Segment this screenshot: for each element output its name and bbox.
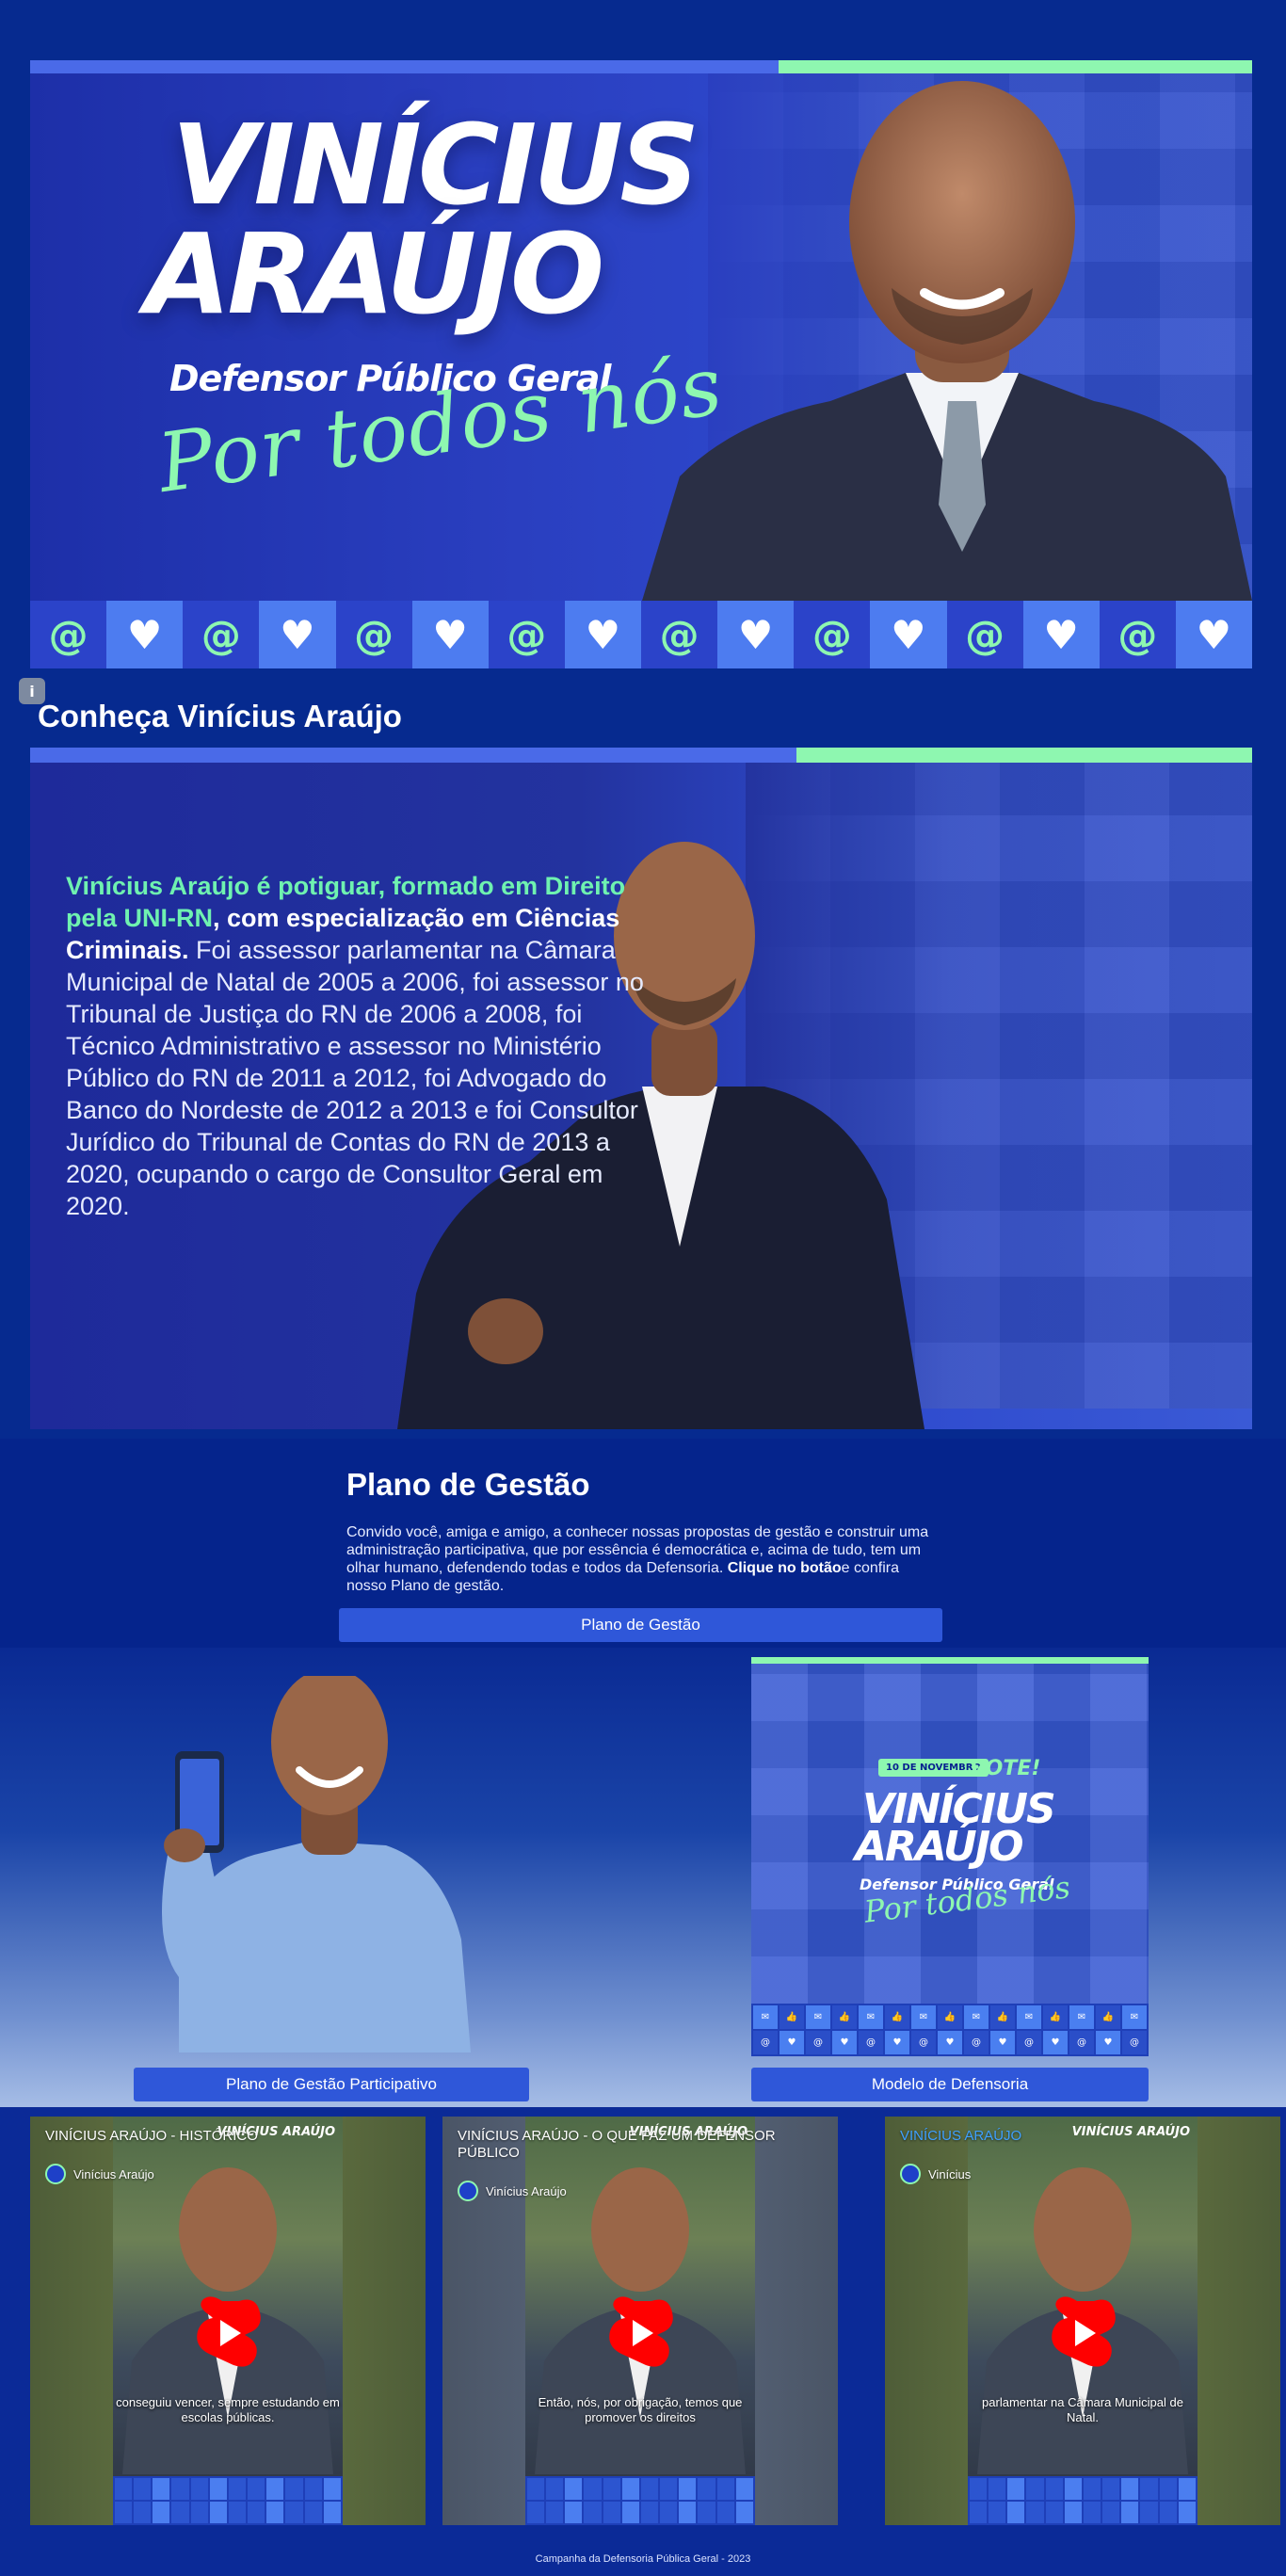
heart-hand-icon: ♥ [717,601,795,668]
poster-name-last: ARAÚJO [855,1823,1024,1871]
footer-text: Campanha da Defensoria Pública Geral - 2… [535,2553,751,2565]
video-channel[interactable]: Vinícius Araújo [45,2164,154,2184]
chat-icon: ✉ [806,2005,830,2029]
hero-name-last: ARAÚJO [145,209,604,339]
plano-de-gestao-participativo-button[interactable]: Plano de Gestão Participativo [134,2068,529,2101]
about-section: Vinícius Araújo é potiguar, formado em D… [30,748,1252,1429]
at-icon: @ [641,601,718,668]
heart-hand-icon: ♥ [259,601,336,668]
video-channel[interactable]: Vinícius Araújo [458,2181,567,2201]
about-heading: Conheça Vinícius Araújo [38,699,402,733]
at-icon: @ [946,601,1023,668]
hero-banner: VINÍCIUS ARAÚJO Defensor Público Geral P… [30,60,1252,668]
heart-hand-icon: ♥ [832,2031,857,2054]
poster-vote-label: VOTE! [970,1757,1041,1780]
heart-hand-icon: ♥ [411,601,489,668]
about-accent-bar-green [796,748,1252,763]
thumb-icon: 👍 [780,2005,804,2029]
video-title[interactable]: VINÍCIUS ARAÚJO - O QUE FAZ UM DEFENSOR … [458,2128,778,2162]
thumb-icon: 👍 [1043,2005,1068,2029]
thumb-icon: 👍 [938,2005,962,2029]
chat-icon: ✉ [911,2005,936,2029]
channel-name: Vinícius Araújo [486,2183,567,2198]
candidate-portrait [642,81,1252,601]
video-card-defensor[interactable]: VINÍCIUS ARAÚJO VINÍCIUS ARAÚJO - O QUE … [442,2117,838,2525]
at-icon: @ [335,601,412,668]
youtube-shorts-play-icon[interactable] [603,2295,678,2371]
at-icon: @ [911,2031,936,2054]
chat-icon: ✉ [1017,2005,1041,2029]
documents-section: 10 DE NOVEMBRO VOTE! VINÍCIUS ARAÚJO Def… [0,1648,1286,2107]
plan-text-bold: Clique no botão [727,1560,842,1576]
chat-icon: ✉ [964,2005,989,2029]
thumb-icon: 👍 [832,2005,857,2029]
video-title[interactable]: VINÍCIUS ARAÚJO [900,2128,1220,2145]
channel-avatar [458,2181,478,2201]
poster-accent-bar [751,1657,1149,1664]
at-icon: @ [806,2031,830,2054]
thumb-icon: 👍 [885,2005,909,2029]
modelo-de-defensoria-button[interactable]: Modelo de Defensoria [751,2068,1149,2101]
heart-hand-icon: ♥ [1175,601,1252,668]
hero-name-first: VINÍCIUS [171,100,699,230]
heart-hand-icon: ♥ [106,601,184,668]
campaign-poster: 10 DE NOVEMBRO VOTE! VINÍCIUS ARAÚJO Def… [751,1657,1149,2056]
chat-icon: ✉ [1069,2005,1094,2029]
heart-hand-icon: ♥ [780,2031,804,2054]
heart-hand-icon: ♥ [1043,2031,1068,2054]
video-card-historico[interactable]: VINÍCIUS ARAÚJO VINÍCIUS ARAÚJO - HISTÓR… [30,2117,426,2525]
video-caption: parlamentar na Câmara Municipal de Natal… [982,2395,1183,2424]
about-accent-bar-blue [30,748,796,763]
at-icon: @ [859,2031,883,2054]
about-bio-text: Foi assessor parlamentar na Câmara Munic… [66,936,644,1220]
at-icon: @ [964,2031,989,2054]
at-icon: @ [1069,2031,1094,2054]
at-icon: @ [753,2031,778,2054]
about-bio: Vinícius Araújo é potiguar, formado em D… [66,870,668,1222]
heart-hand-icon: ♥ [1096,2031,1120,2054]
youtube-shorts-play-icon[interactable] [190,2295,265,2371]
at-icon: @ [30,601,107,668]
hero-icon-strip: @ ♥ @ ♥ @ ♥ @ ♥ @ ♥ @ ♥ @ ♥ @ ♥ [30,601,1252,668]
video-title[interactable]: VINÍCIUS ARAÚJO - HISTÓRICO [45,2128,365,2145]
heart-hand-icon: ♥ [885,2031,909,2054]
video-caption: conseguiu vencer, sempre estudando em es… [116,2395,340,2424]
plan-de-gestao-button[interactable]: Plano de Gestão [339,1608,942,1642]
poster-icon-strip: ✉ 👍 ✉ 👍 ✉ 👍 ✉ 👍 ✉ 👍 ✉ 👍 ✉ 👍 ✉ @ ♥ @ ♥ @ ♥ @ ♥ @ ♥ @ ♥ @ ♥ @ [751,2004,1149,2056]
chat-icon: ✉ [753,2005,778,2029]
chat-icon: ✉ [859,2005,883,2029]
page: VINÍCIUS ARAÚJO Defensor Público Geral P… [0,0,1286,2576]
thumb-icon: 👍 [990,2005,1015,2029]
at-icon: @ [794,601,871,668]
at-icon: @ [1122,2031,1147,2054]
at-icon: @ [183,601,260,668]
channel-avatar [900,2164,921,2184]
video-card-camara[interactable]: VINÍCIUS ARAÚJO VINÍCIUS ARAÚJO Vinícius… [885,2117,1280,2525]
plan-description: Convido você, amiga e amigo, a conhecer … [346,1523,930,1595]
candidate-with-phone-photo [162,1676,471,2053]
at-icon: @ [1017,2031,1041,2054]
heart-hand-icon: ♥ [564,601,641,668]
plan-section: Plano de Gestão Convido você, amiga e am… [0,1439,1286,1648]
youtube-shorts-play-icon[interactable] [1045,2295,1120,2371]
heart-hand-icon: ♥ [990,2031,1015,2054]
heart-hand-icon: ♥ [938,2031,962,2054]
video-icon-strip [113,2476,343,2525]
videos-section: VINÍCIUS ARAÚJO VINÍCIUS ARAÚJO - HISTÓR… [0,2107,1286,2542]
chat-icon: ✉ [1122,2005,1147,2029]
video-icon-strip [525,2476,755,2525]
channel-avatar [45,2164,66,2184]
heart-hand-icon: ♥ [1022,601,1100,668]
plan-heading: Plano de Gestão [346,1467,590,1502]
video-channel[interactable]: Vinícius [900,2164,971,2184]
channel-name: Vinícius [928,2166,972,2182]
footer: Campanha da Defensoria Pública Geral - 2… [0,2542,1286,2576]
at-icon: @ [1099,601,1176,668]
video-icon-strip [968,2476,1198,2525]
heart-hand-icon: ♥ [870,601,947,668]
at-icon: @ [488,601,565,668]
channel-name: Vinícius Araújo [73,2166,154,2182]
thumb-icon: 👍 [1096,2005,1120,2029]
video-caption: Então, nós, por obrigação, temos que pro… [538,2395,743,2424]
